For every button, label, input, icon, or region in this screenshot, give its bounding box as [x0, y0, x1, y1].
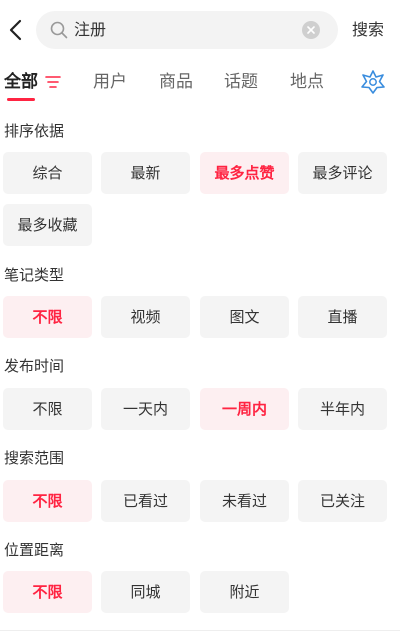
tab-places[interactable]: 地点: [290, 70, 324, 94]
section-title-distance: 位置距离: [4, 541, 65, 559]
option-sort-comprehensive[interactable]: 综合: [3, 152, 92, 194]
option-time-one-week[interactable]: 一周内: [200, 388, 289, 430]
sparkle-icon[interactable]: [360, 69, 386, 95]
back-button[interactable]: [4, 16, 30, 44]
clear-icon[interactable]: [302, 21, 320, 39]
section-title-sort: 排序依据: [4, 122, 65, 140]
option-sort-latest[interactable]: 最新: [101, 152, 190, 194]
search-button[interactable]: 搜索: [352, 11, 384, 49]
active-tab-indicator: [7, 98, 35, 101]
option-sort-most-likes[interactable]: 最多点赞: [200, 152, 289, 194]
section-title-publish-time: 发布时间: [4, 357, 65, 375]
option-scope-not-viewed[interactable]: 未看过: [200, 480, 289, 522]
option-distance-any[interactable]: 不限: [3, 571, 92, 613]
chevron-left-icon: [9, 19, 22, 41]
search-query-text: 注册: [74, 20, 107, 39]
filter-icon[interactable]: [45, 75, 61, 89]
tab-products[interactable]: 商品: [159, 70, 193, 94]
search-header: 注册 搜索: [0, 0, 400, 60]
option-distance-nearby[interactable]: 附近: [200, 571, 289, 613]
category-tabs: 全部 用户 商品 话题 地点: [0, 60, 400, 110]
tab-topics[interactable]: 话题: [224, 70, 258, 94]
option-time-any[interactable]: 不限: [3, 388, 92, 430]
option-time-half-year[interactable]: 半年内: [298, 388, 387, 430]
option-time-one-day[interactable]: 一天内: [101, 388, 190, 430]
section-title-search-scope: 搜索范围: [4, 449, 65, 467]
option-scope-viewed[interactable]: 已看过: [101, 480, 190, 522]
option-type-live[interactable]: 直播: [298, 296, 387, 338]
search-input[interactable]: 注册: [36, 11, 338, 49]
tab-all[interactable]: 全部: [4, 70, 38, 94]
option-type-video[interactable]: 视频: [101, 296, 190, 338]
option-sort-most-favorites[interactable]: 最多收藏: [3, 204, 92, 246]
option-scope-following[interactable]: 已关注: [298, 480, 387, 522]
option-type-any[interactable]: 不限: [3, 296, 92, 338]
bottom-divider: [0, 630, 400, 631]
option-distance-same-city[interactable]: 同城: [101, 571, 190, 613]
option-scope-any[interactable]: 不限: [3, 480, 92, 522]
tab-users[interactable]: 用户: [93, 70, 127, 94]
option-sort-most-comments[interactable]: 最多评论: [298, 152, 387, 194]
search-icon: [50, 21, 68, 39]
option-type-image-text[interactable]: 图文: [200, 296, 289, 338]
section-title-note-type: 笔记类型: [4, 266, 65, 284]
